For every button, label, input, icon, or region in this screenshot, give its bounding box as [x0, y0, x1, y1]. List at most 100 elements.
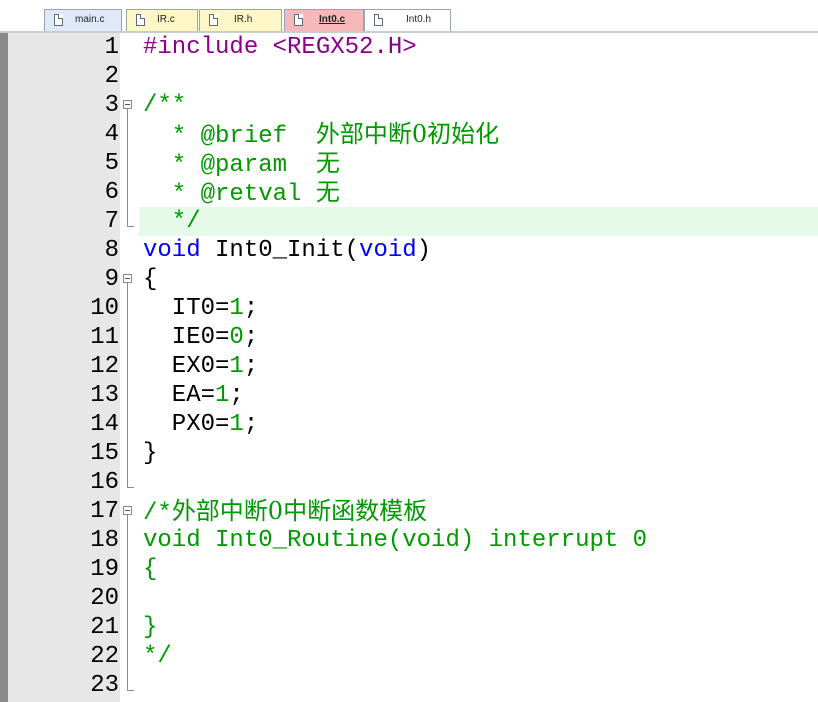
keyword: void	[143, 237, 201, 264]
line-number: 18	[90, 527, 119, 554]
code-line[interactable]: 14 PX0=1;	[0, 410, 818, 439]
semicolon: ;	[229, 382, 244, 409]
statement: PX0=1;	[143, 410, 258, 439]
comment-text: */	[143, 208, 201, 235]
tab-ir-c[interactable]: IR.c	[126, 9, 198, 31]
code-line[interactable]: 8 void Int0_Init(void)	[0, 236, 818, 265]
tab-label: IR.c	[157, 14, 175, 25]
fold-line	[127, 439, 128, 468]
fold-guide	[120, 120, 139, 149]
comment-text: /*外部中断0中断函数模板	[143, 497, 427, 528]
code-line[interactable]: 13 EA=1;	[0, 381, 818, 410]
tab-ir-h[interactable]: IR.h	[199, 9, 282, 31]
fold-end	[120, 671, 139, 700]
statement: IT0=1;	[143, 294, 258, 323]
code-line[interactable]: 3 /**	[0, 91, 818, 120]
fold-guide	[120, 584, 139, 613]
assignment: EA=	[143, 382, 216, 409]
fold-line	[127, 584, 128, 613]
fold-guide	[120, 555, 139, 584]
comment-text: void Int0_Routine(void) interrupt 0	[143, 527, 648, 554]
tab-label: main.c	[75, 14, 105, 25]
tab-int0-h[interactable]: Int0.h	[364, 9, 451, 31]
fold-line	[127, 381, 128, 410]
number-literal: 1	[229, 295, 244, 322]
file-icon	[54, 14, 63, 26]
code-line[interactable]: 23	[0, 671, 818, 700]
number-literal: 0	[229, 324, 244, 351]
code-line[interactable]: 7 */	[0, 207, 818, 236]
code-line[interactable]: 9 {	[0, 265, 818, 294]
code-line[interactable]: 1 #include <REGX52.H>	[0, 33, 818, 62]
code-line[interactable]: 15 }	[0, 439, 818, 468]
code-area[interactable]: 1 #include <REGX52.H> 2 3 /** 4 * @brief…	[0, 33, 818, 702]
fold-line	[127, 120, 128, 149]
include-directive: #include <REGX52.H>	[143, 34, 417, 61]
fold-toggle[interactable]	[120, 91, 139, 120]
code-line[interactable]: 10 IT0=1;	[0, 294, 818, 323]
collapse-icon[interactable]	[123, 100, 132, 109]
brace: {	[143, 266, 158, 293]
code-line[interactable]: 5 * @param 无	[0, 149, 818, 179]
line-number: 17	[90, 498, 119, 525]
code-line[interactable]: 20	[0, 584, 818, 613]
comment-open: /*	[143, 500, 172, 527]
comment-text: {	[143, 556, 158, 583]
code-line[interactable]: 12 EX0=1;	[0, 352, 818, 381]
number-literal: 1	[229, 353, 244, 380]
code-line[interactable]: 22 */	[0, 642, 818, 671]
code-line[interactable]: 2	[0, 62, 818, 91]
line-number: 12	[90, 353, 119, 380]
fold-guide	[120, 613, 139, 642]
tab-label: Int0.c	[319, 14, 346, 25]
fold-line	[127, 283, 128, 294]
fold-line	[127, 109, 128, 120]
fold-toggle[interactable]	[120, 497, 139, 526]
code-line[interactable]: 6 * @retval 无	[0, 178, 818, 208]
collapse-icon[interactable]	[123, 274, 132, 283]
code-line[interactable]: 21 }	[0, 613, 818, 642]
assignment: IT0=	[143, 295, 230, 322]
fold-line	[127, 555, 128, 584]
semicolon: ;	[243, 353, 259, 380]
code-line[interactable]: 19 {	[0, 555, 818, 584]
doc-tag: * @brief	[143, 123, 316, 150]
line-number: 16	[90, 469, 119, 496]
tab-main-c[interactable]: main.c	[44, 9, 122, 31]
number-literal: 1	[229, 411, 244, 438]
line-number: 19	[90, 556, 119, 583]
fold-guide	[120, 294, 139, 323]
collapse-icon[interactable]	[123, 506, 132, 515]
code-line[interactable]: 4 * @brief 外部中断0初始化	[0, 120, 818, 151]
line-number: 2	[104, 63, 119, 90]
semicolon: ;	[243, 324, 259, 351]
code-editor[interactable]: 1 #include <REGX52.H> 2 3 /** 4 * @brief…	[0, 33, 818, 702]
fold-guide	[120, 323, 139, 352]
fold-line	[127, 207, 128, 226]
brace: }	[143, 440, 158, 467]
code-line[interactable]: 16	[0, 468, 818, 497]
fold-toggle[interactable]	[120, 265, 139, 294]
fold-line	[127, 642, 128, 671]
line-number: 22	[90, 643, 119, 670]
tab-int0-c-active[interactable]: Int0.c	[284, 9, 364, 31]
editor-tab-bar: main.c IR.c IR.h Int0.c Int0.h	[0, 0, 818, 33]
fold-line	[127, 323, 128, 352]
fold-line	[127, 178, 128, 207]
fold-end	[120, 468, 139, 497]
code-line[interactable]: 18 void Int0_Routine(void) interrupt 0	[0, 526, 818, 555]
comment-text: }	[143, 614, 158, 641]
statement: EX0=1;	[143, 352, 258, 381]
function-signature: void Int0_Init(void)	[143, 236, 431, 265]
number-literal: 1	[215, 382, 230, 409]
line-number: 11	[90, 324, 119, 351]
file-icon	[209, 14, 218, 26]
code-line[interactable]: 11 IE0=0;	[0, 323, 818, 352]
line-number: 21	[90, 614, 119, 641]
doc-tag: * @retval	[143, 181, 316, 208]
code-line[interactable]: 17 /*外部中断0中断函数模板	[0, 497, 818, 528]
line-number: 1	[104, 34, 119, 61]
line-number: 13	[90, 382, 119, 409]
comment-text: * @brief 外部中断0初始化	[143, 120, 499, 151]
fold-line	[127, 526, 128, 555]
